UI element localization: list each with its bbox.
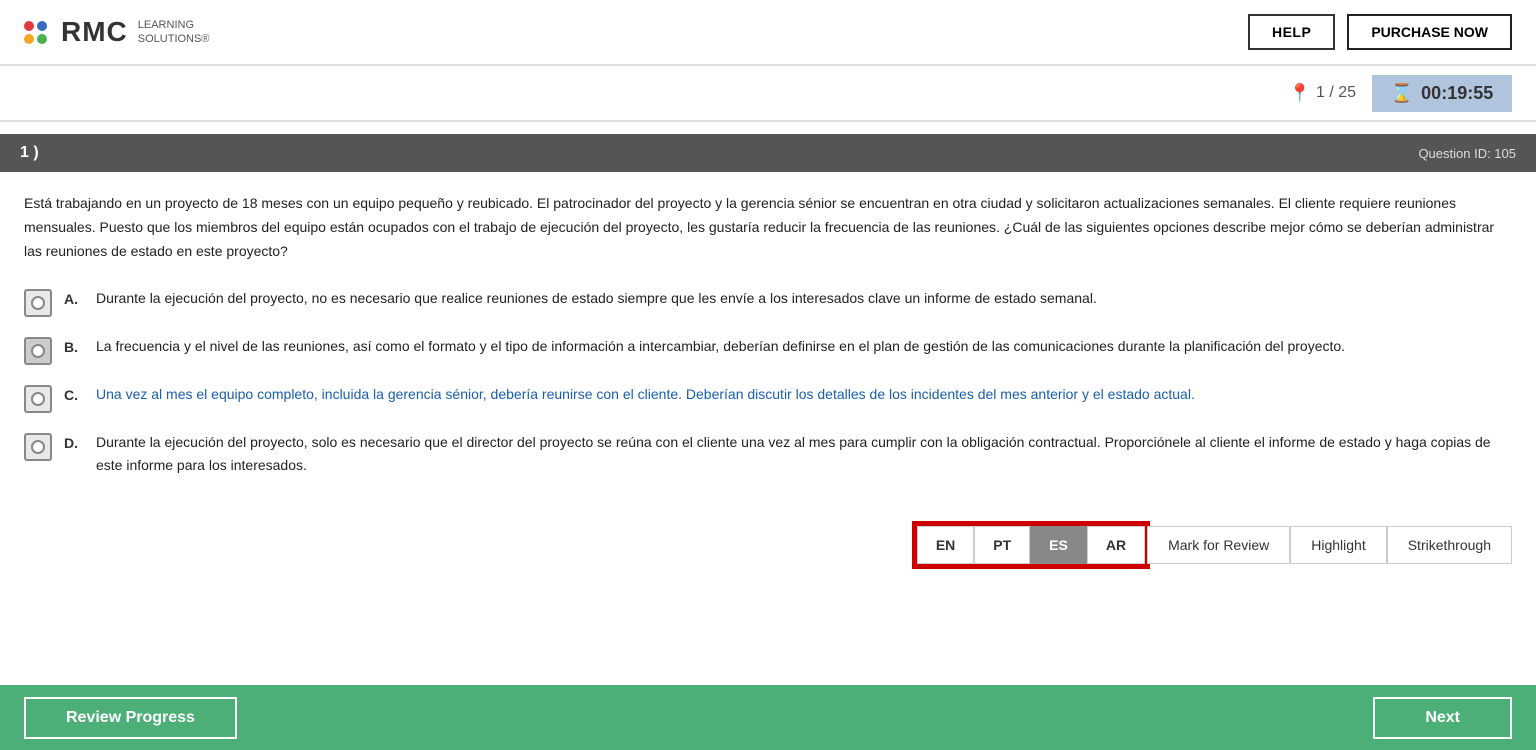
highlight-button[interactable]: Highlight [1290,526,1386,564]
next-button[interactable]: Next [1373,697,1512,739]
option-a[interactable]: A. Durante la ejecución del proyecto, no… [24,287,1512,317]
help-button[interactable]: HELP [1248,14,1335,50]
header: RMC LEARNING SOLUTIONS® HELP PURCHASE NO… [0,0,1536,65]
language-group: EN PT ES AR [915,524,1147,566]
option-text-b: La frecuencia y el nivel de las reunione… [96,335,1345,357]
question-counter: 📍 1 / 25 [1289,83,1356,104]
timer-text: 00:19:55 [1421,83,1493,104]
option-text-a: Durante la ejecución del proyecto, no es… [96,287,1097,309]
logo-dots [24,21,47,44]
counter-text: 1 / 25 [1316,84,1356,102]
lang-pt-button[interactable]: PT [974,526,1030,564]
lang-ar-button[interactable]: AR [1087,526,1145,564]
lang-es-button[interactable]: ES [1030,526,1087,564]
radio-b[interactable] [24,337,52,365]
hourglass-icon: ⌛ [1391,83,1413,104]
question-header-bar: 1 ) Question ID: 105 [0,134,1536,172]
footer: Review Progress Next [0,685,1536,750]
radio-inner-c [31,392,45,406]
dot-red [24,21,34,31]
dot-yellow [24,34,34,44]
option-label-c: C. [64,387,84,403]
radio-c[interactable] [24,385,52,413]
option-b[interactable]: B. La frecuencia y el nivel de las reuni… [24,335,1512,365]
purchase-now-button[interactable]: PURCHASE NOW [1347,14,1512,50]
tools-row: EN PT ES AR Mark for Review Highlight St… [0,514,1536,582]
timer-box: ⌛ 00:19:55 [1372,75,1512,112]
timer-row: 📍 1 / 25 ⌛ 00:19:55 [0,66,1536,121]
option-d[interactable]: D. Durante la ejecución del proyecto, so… [24,431,1512,476]
radio-a[interactable] [24,289,52,317]
dot-blue [37,21,47,31]
logo-subtitle: LEARNING SOLUTIONS® [138,18,210,47]
option-c[interactable]: C. Una vez al mes el equipo completo, in… [24,383,1512,413]
logo-area: RMC LEARNING SOLUTIONS® [24,16,209,48]
logo-rmc: RMC [61,16,128,48]
option-label-b: B. [64,339,84,355]
radio-d[interactable] [24,433,52,461]
question-body: Está trabajando en un proyecto de 18 mes… [0,172,1536,514]
review-progress-button[interactable]: Review Progress [24,697,237,739]
radio-inner-a [31,296,45,310]
pin-icon: 📍 [1289,83,1311,104]
timer-divider [0,121,1536,122]
option-text-d: Durante la ejecución del proyecto, solo … [96,431,1512,476]
radio-inner-b [31,344,45,358]
header-buttons: HELP PURCHASE NOW [1248,14,1512,50]
dot-green [37,34,47,44]
strikethrough-button[interactable]: Strikethrough [1387,526,1512,564]
mark-for-review-button[interactable]: Mark for Review [1147,526,1290,564]
question-number: 1 ) [20,144,39,162]
radio-inner-d [31,440,45,454]
option-label-a: A. [64,291,84,307]
question-text: Está trabajando en un proyecto de 18 mes… [24,192,1512,263]
question-id: Question ID: 105 [1418,146,1516,161]
option-text-c: Una vez al mes el equipo completo, inclu… [96,383,1195,405]
lang-en-button[interactable]: EN [917,526,974,564]
option-label-d: D. [64,435,84,451]
